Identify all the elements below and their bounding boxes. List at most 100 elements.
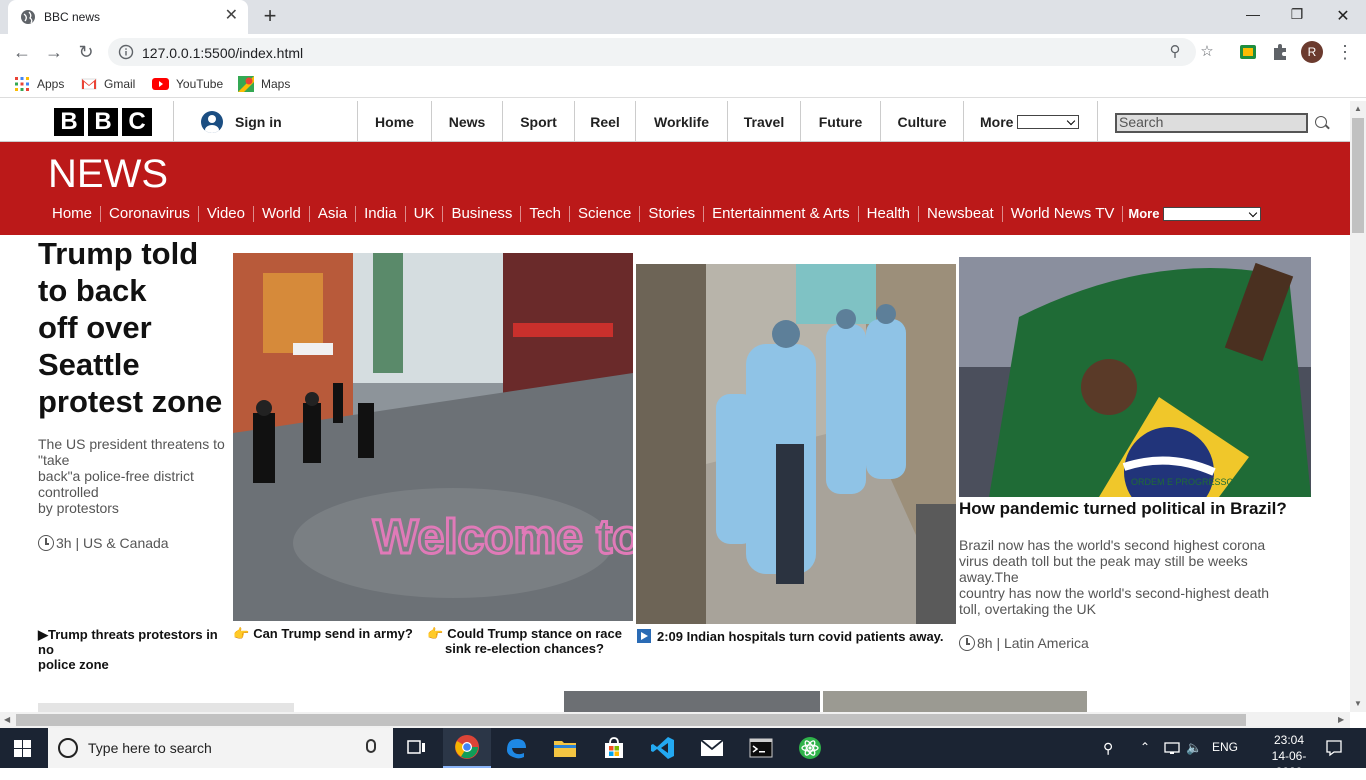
windows-start-icon[interactable] <box>14 740 31 757</box>
related-link-zone[interactable]: ▶Trump threats protestors in no police z… <box>38 627 228 672</box>
bookmark-gmail[interactable]: Gmail <box>81 76 135 92</box>
related-line: sink re-election chances? <box>445 641 604 656</box>
show-hidden-icons[interactable]: ⌃ <box>1140 740 1150 754</box>
subnav-item[interactable]: Science <box>569 206 639 222</box>
atom-icon[interactable] <box>786 728 834 768</box>
topnav-more-select[interactable] <box>1017 114 1080 129</box>
subnav-item[interactable]: World <box>252 206 309 222</box>
bbc-logo[interactable]: B B C <box>54 108 152 136</box>
topnav-culture[interactable]: Culture <box>880 101 963 142</box>
subnav-item[interactable]: Coronavirus <box>100 206 198 222</box>
scroll-right-icon[interactable]: ▶ <box>1338 715 1344 724</box>
zoom-icon[interactable]: ⚲ <box>1166 43 1184 61</box>
bookmark-maps[interactable]: Maps <box>238 76 290 92</box>
subnav-more-label: More <box>1122 206 1159 222</box>
people-icon[interactable]: ⚲ <box>1103 740 1113 757</box>
windows-taskbar: Type here to search ⚲ ⌃ 🔈 ENG 23:04 14-0… <box>0 728 1366 779</box>
subnav-item[interactable]: Home <box>44 206 100 222</box>
topnav-travel[interactable]: Travel <box>727 101 800 142</box>
notification-icon[interactable] <box>1325 739 1343 757</box>
story-thumbnail[interactable] <box>38 703 294 712</box>
horizontal-scrollbar[interactable]: ◀ ▶ <box>0 712 1350 728</box>
search-input[interactable]: Search <box>1115 113 1308 133</box>
subnav-item[interactable]: India <box>355 206 405 222</box>
summary-line: virus death toll but the peak may still … <box>959 553 1248 569</box>
scroll-down-icon[interactable]: ▼ <box>1354 699 1362 708</box>
minimize-icon[interactable]: — <box>1238 6 1268 26</box>
subnav-item[interactable]: Video <box>197 206 253 222</box>
topnav-news[interactable]: News <box>431 101 502 142</box>
summary-line: away.The <box>959 569 1019 585</box>
related-link-race[interactable]: 👉 Could Trump stance on race sink re-elec… <box>427 626 627 656</box>
profile-avatar[interactable]: R <box>1301 41 1323 63</box>
topnav-worklife[interactable]: Worklife <box>635 101 727 142</box>
topnav-home[interactable]: Home <box>357 101 431 142</box>
brazil-headline[interactable]: How pandemic turned political in Brazil? <box>959 499 1287 519</box>
story-thumbnail[interactable] <box>823 691 1087 712</box>
volume-icon[interactable]: 🔈 <box>1186 740 1202 756</box>
bookmark-label: Apps <box>37 77 65 91</box>
story-thumbnail[interactable] <box>564 691 820 712</box>
brazil-photo[interactable]: ORDEM E PROGRESSO <box>959 257 1311 497</box>
terminal-icon[interactable] <box>737 728 785 768</box>
horizontal-scroll-thumb[interactable] <box>16 714 1246 726</box>
forward-icon[interactable]: → <box>44 42 64 62</box>
subnav-item[interactable]: Stories <box>639 206 703 222</box>
seattle-photo[interactable]: Welcome to CHAZ <box>233 253 633 621</box>
browser-tab[interactable]: BBC news ✕ <box>8 0 248 34</box>
video-caption-india[interactable]: 2:09 Indian hospitals turn covid patient… <box>637 629 957 644</box>
system-clock[interactable]: 23:04 14-06-2020 <box>1262 732 1316 780</box>
back-icon[interactable]: ← <box>12 42 32 62</box>
lead-headline[interactable]: Trump told to back off over Seattle prot… <box>38 235 233 420</box>
subnav-item[interactable]: UK <box>404 206 443 222</box>
bookmark-youtube[interactable]: YouTube <box>152 76 223 92</box>
subnav-item[interactable]: Tech <box>520 206 569 222</box>
language-indicator[interactable]: ENG <box>1212 740 1238 754</box>
signin-link[interactable]: Sign in <box>173 101 358 142</box>
vertical-scroll-thumb[interactable] <box>1352 118 1364 233</box>
reload-icon[interactable]: ↻ <box>76 42 96 62</box>
mail-icon[interactable] <box>688 728 736 768</box>
file-explorer-icon[interactable] <box>541 728 589 768</box>
bookmark-apps[interactable]: Apps <box>14 76 64 92</box>
vscode-icon[interactable] <box>639 728 687 768</box>
address-bar[interactable]: 127.0.0.1:5500/index.html ⚲ ☆ <box>108 38 1214 66</box>
india-hospital-photo[interactable] <box>636 264 956 624</box>
bbc-logo-letter: B <box>54 108 84 136</box>
store-icon[interactable] <box>590 728 638 768</box>
section-title[interactable]: NEWS <box>48 152 168 197</box>
network-icon[interactable] <box>1164 741 1180 755</box>
summary-line: "take <box>38 452 70 468</box>
topnav-future[interactable]: Future <box>800 101 880 142</box>
menu-kebab-icon[interactable]: ⋮ <box>1336 40 1354 64</box>
subnav-item[interactable]: World News TV <box>1001 206 1123 222</box>
task-view-icon[interactable] <box>393 728 441 768</box>
summary-line: country has now the world's second-highe… <box>959 585 1270 601</box>
topnav-more[interactable]: More <box>963 101 1097 142</box>
related-link-army[interactable]: 👉 Can Trump send in army? <box>233 626 423 641</box>
chrome-taskbar-icon[interactable] <box>443 728 491 768</box>
subnav-item[interactable]: Health <box>857 206 918 222</box>
subnav-item[interactable]: Entertainment & Arts <box>703 206 858 222</box>
subnav-item[interactable]: Newsbeat <box>918 206 1002 222</box>
extension-green-icon[interactable] <box>1238 42 1258 62</box>
scroll-up-icon[interactable]: ▲ <box>1354 104 1362 113</box>
tab-close-icon[interactable]: ✕ <box>225 8 238 24</box>
topnav-reel[interactable]: Reel <box>574 101 635 142</box>
puzzle-icon[interactable] <box>1270 42 1290 62</box>
star-icon[interactable]: ☆ <box>1198 43 1216 61</box>
subnav-item[interactable]: Business <box>442 206 520 222</box>
search-icon[interactable] <box>1315 116 1327 128</box>
restore-icon[interactable]: ❐ <box>1282 6 1312 26</box>
taskbar-search[interactable]: Type here to search <box>48 728 393 768</box>
subnav-item[interactable]: Asia <box>308 206 355 222</box>
new-tab-icon[interactable]: + <box>258 5 282 29</box>
microphone-icon[interactable] <box>366 739 376 753</box>
chaz-chalk-art: Welcome to CHAZ <box>373 511 633 564</box>
topnav-sport[interactable]: Sport <box>502 101 574 142</box>
vertical-scrollbar[interactable]: ▲ ▼ <box>1350 101 1366 712</box>
subnav-more-select[interactable] <box>1163 207 1262 221</box>
window-close-icon[interactable]: ✕ <box>1328 6 1358 26</box>
edge-icon[interactable] <box>492 728 540 768</box>
scroll-left-icon[interactable]: ◀ <box>4 715 10 724</box>
